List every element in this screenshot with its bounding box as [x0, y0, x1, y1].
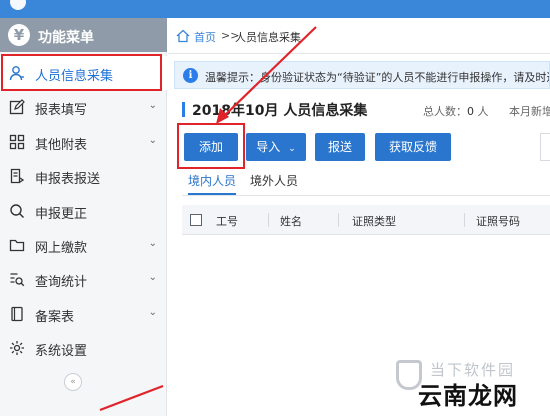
chevron-down-icon: ⌄	[148, 307, 157, 318]
sidebar-item-label: 网上缴款	[35, 241, 88, 256]
report-submit-icon	[10, 168, 25, 184]
sidebar-item-report-correction[interactable]: 申报更正	[0, 194, 167, 228]
search-icon	[10, 204, 25, 219]
total-count-unit: 人	[477, 105, 489, 118]
yen-icon: ¥	[8, 24, 30, 46]
notice-text: 温馨提示：身份验证状态为“待验证”的人员不能进行申报操作，请及时进行	[205, 71, 550, 84]
grid-icon	[9, 134, 25, 150]
sidebar-title: 功能菜单	[38, 30, 94, 46]
notice-banner: i 温馨提示：身份验证状态为“待验证”的人员不能进行申报操作，请及时进行	[174, 61, 550, 89]
sidebar-item-system-settings[interactable]: 系统设置	[0, 331, 167, 365]
sidebar-item-label: 申报更正	[35, 207, 88, 222]
table-header: 工号 姓名 证照类型 证照号码	[182, 205, 550, 235]
sidebar-item-report-submit[interactable]: 申报表报送	[0, 159, 167, 193]
window-top-bar	[0, 0, 550, 18]
main-content: 首页 >> 人员信息采集 i 温馨提示：身份验证状态为“待验证”的人员不能进行申…	[168, 18, 550, 416]
chevron-down-icon: ⌄	[288, 144, 296, 154]
edit-icon	[9, 99, 25, 115]
sidebar-header: ¥ 功能菜单	[0, 18, 167, 52]
highlight-box-personnel	[1, 54, 162, 91]
month-new-label: 本月新增	[509, 105, 550, 118]
sidebar-item-report-fill[interactable]: 报表填写 ⌄	[0, 90, 167, 124]
sidebar-item-label: 备案表	[35, 310, 75, 325]
page-title-text: 2018年10月 人员信息采集	[192, 103, 368, 119]
import-dropdown-button[interactable]: 导入 ⌄	[246, 133, 306, 161]
submit-button[interactable]: 报送	[315, 133, 365, 161]
sidebar-item-label: 申报表报送	[35, 172, 101, 187]
folder-icon	[9, 239, 25, 252]
select-all-checkbox[interactable]	[190, 214, 202, 226]
gear-icon	[10, 341, 24, 355]
breadcrumb: 首页 >> 人员信息采集	[168, 18, 550, 54]
total-count-label: 总人数：	[423, 105, 467, 118]
total-count: 总人数：0 人	[423, 103, 489, 119]
chevron-down-icon: ⌄	[148, 135, 157, 146]
sidebar-item-label: 查询统计	[35, 275, 88, 290]
sidebar-item-label: 系统设置	[35, 344, 88, 359]
sidebar-item-label: 报表填写	[35, 103, 88, 118]
chevron-down-icon: ⌄	[148, 272, 157, 283]
tab-overseas-personnel[interactable]: 境外人员	[250, 172, 298, 189]
import-button-label: 导入	[256, 140, 281, 154]
toolbar-overflow-button[interactable]	[540, 133, 550, 161]
watermark-line-2: 云南龙网	[418, 382, 518, 410]
sidebar-collapse-button[interactable]: «	[64, 373, 82, 391]
tab-domestic-personnel[interactable]: 境内人员	[188, 172, 237, 195]
sidebar-item-label: 其他附表	[35, 138, 88, 153]
app-logo-icon	[10, 0, 26, 10]
column-divider	[268, 213, 269, 227]
breadcrumb-current: 人员信息采集	[235, 31, 301, 44]
column-header-id-number[interactable]: 证照号码	[476, 213, 520, 229]
tab-bar: 境内人员 境外人员	[182, 168, 550, 196]
highlight-box-add	[177, 123, 245, 169]
query-stats-icon	[10, 273, 25, 287]
sidebar-item-query-stats[interactable]: 查询统计 ⌄	[0, 262, 167, 296]
column-header-employee-id[interactable]: 工号	[216, 213, 238, 229]
column-header-name[interactable]: 姓名	[280, 213, 302, 229]
column-divider	[464, 213, 465, 227]
total-count-value: 0	[467, 105, 474, 118]
sidebar-item-online-payment[interactable]: 网上缴款 ⌄	[0, 228, 167, 262]
breadcrumb-home-link[interactable]: 首页	[194, 29, 216, 45]
record-icon	[11, 306, 23, 322]
column-header-id-type[interactable]: 证照类型	[352, 213, 396, 229]
chevron-down-icon: ⌄	[148, 100, 157, 111]
home-icon[interactable]	[176, 29, 190, 43]
column-divider	[338, 213, 339, 227]
title-accent-bar	[182, 102, 185, 117]
sidebar-item-filing-form[interactable]: 备案表 ⌄	[0, 297, 167, 331]
chevron-down-icon: ⌄	[148, 238, 157, 249]
info-icon: i	[183, 68, 198, 83]
sidebar-item-other-schedules[interactable]: 其他附表 ⌄	[0, 125, 167, 159]
get-feedback-button[interactable]: 获取反馈	[375, 133, 451, 161]
